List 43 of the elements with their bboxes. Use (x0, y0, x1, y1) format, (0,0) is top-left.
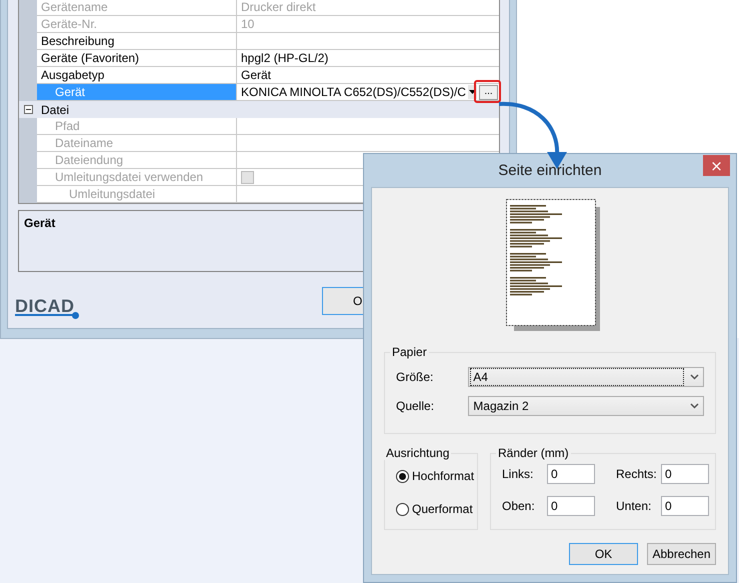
input-field[interactable]: 0 (547, 464, 595, 484)
property-label[interactable]: Ausgabetyp (41, 68, 104, 82)
property-label[interactable]: Geräte (Favoriten) (41, 51, 140, 65)
radio-option[interactable]: Querformat (396, 499, 477, 519)
group-title: Ausrichtung (385, 446, 450, 460)
group-title: Ränder (mm) (497, 446, 570, 460)
chevron-icon (690, 374, 699, 380)
dropdown[interactable]: A4 (468, 366, 704, 386)
close-button[interactable]: × (703, 155, 730, 176)
dropdown[interactable]: Magazin 2 (468, 396, 704, 416)
dot-icon (72, 312, 78, 319)
description-title: Gerät (24, 216, 56, 230)
radio-icon (396, 470, 409, 482)
input-field[interactable]: 0 (661, 496, 709, 516)
field-label: Größe: (396, 370, 434, 384)
cancel-button[interactable]: Abbrechen (647, 543, 716, 565)
property-value: 10 (241, 17, 254, 31)
chevron-icon (690, 402, 699, 408)
ellipsis-button[interactable]: ... (479, 84, 498, 100)
row-header (19, 0, 37, 16)
property-value: KONICA MINOLTA C652(DS)/C552(DS)/C (241, 85, 466, 99)
ok-button[interactable]: OK (569, 543, 638, 565)
field-label: Unten: (615, 499, 652, 513)
row-header (19, 118, 37, 135)
property-value: Drucker direkt (241, 0, 316, 14)
group-title: Papier (391, 345, 428, 359)
input-field[interactable]: 0 (547, 496, 595, 516)
property-value: hpgl2 (HP-GL/2) (241, 51, 328, 65)
radio-icon (396, 502, 409, 516)
property-label[interactable]: Beschreibung (41, 34, 114, 48)
field-label: Quelle: (396, 398, 436, 412)
field-label: Rechts: (615, 467, 658, 481)
category-label[interactable]: Datei (37, 102, 70, 116)
caret-icon (469, 90, 476, 94)
property-value: Gerät (241, 68, 272, 82)
input-field[interactable]: 0 (661, 464, 709, 484)
row-header (19, 186, 37, 203)
field-label: Oben: (502, 499, 536, 513)
dialog-title: Seite einrichten (498, 162, 602, 179)
logo: DICAD (15, 298, 74, 316)
radio-option[interactable]: Hochformat (396, 466, 477, 486)
field-label: Links: (502, 467, 534, 481)
row-header (19, 84, 37, 101)
